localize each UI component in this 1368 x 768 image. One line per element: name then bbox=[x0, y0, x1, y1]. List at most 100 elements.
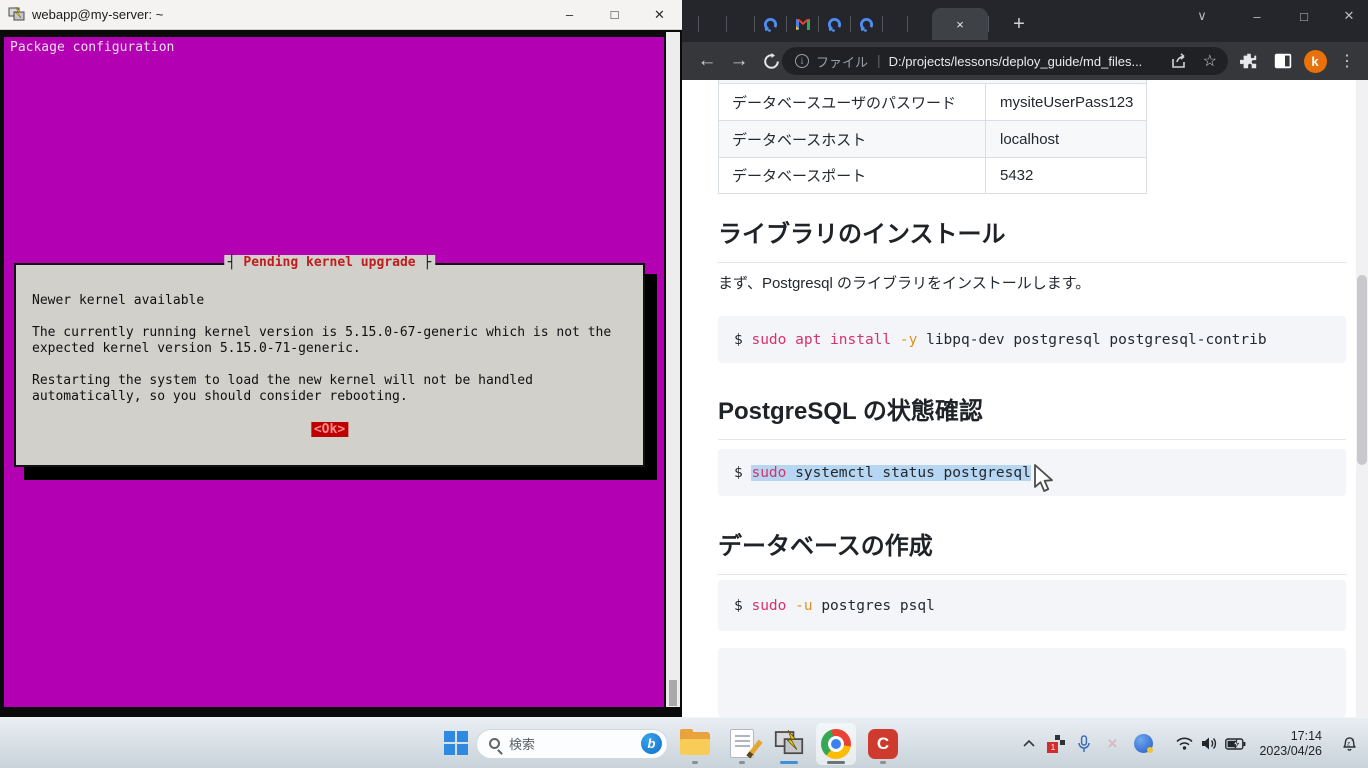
taskbar: 検索 b bbox=[0, 717, 1368, 768]
dialog-message-1: Newer kernel available bbox=[32, 293, 626, 309]
clock-time: 17:14 bbox=[1259, 729, 1322, 744]
tray-disabled-x-icon[interactable]: × bbox=[1098, 734, 1126, 754]
table-row: データベースホスト localhost bbox=[718, 120, 1147, 157]
background-tab[interactable] bbox=[787, 8, 818, 40]
notification-badge-icon: 1 bbox=[1047, 735, 1065, 753]
background-tab[interactable] bbox=[755, 8, 786, 40]
background-tab[interactable] bbox=[727, 8, 754, 40]
table-cell-value: 5432 bbox=[986, 158, 1146, 193]
bookmark-star-icon[interactable]: ☆ bbox=[1203, 51, 1217, 71]
address-bar[interactable]: i ファイル | D:/projects/lessons/deploy_guid… bbox=[782, 47, 1228, 75]
dialog-message-2: The currently running kernel version is … bbox=[32, 325, 626, 357]
browser-minimize-button[interactable]: – bbox=[1242, 4, 1272, 28]
wifi-icon[interactable] bbox=[1172, 737, 1197, 750]
table-cell-label: データベースポート bbox=[719, 158, 986, 193]
terminal-maximize-button[interactable]: □ bbox=[592, 0, 637, 30]
terminal-window: webapp@my-server: ~ – □ ✕ Package config… bbox=[0, 0, 682, 717]
back-icon[interactable]: ← bbox=[692, 42, 722, 80]
table-cell-label: データベースユーザのパスワード bbox=[719, 84, 986, 120]
background-tab[interactable] bbox=[908, 8, 932, 40]
new-tab-button[interactable]: + bbox=[1005, 10, 1033, 38]
camtasia-icon: C bbox=[868, 729, 898, 759]
chrome-icon bbox=[821, 729, 851, 759]
code-block-create-db[interactable]: postgres=#CREATE DATABASE django_mysite_… bbox=[718, 648, 1346, 717]
folder-icon bbox=[680, 732, 710, 755]
taskbar-clock[interactable]: 17:14 2023/04/26 bbox=[1259, 729, 1322, 759]
code-block-psql[interactable]: $ sudo -u postgres psql bbox=[718, 580, 1346, 631]
taskbar-file-explorer[interactable] bbox=[675, 723, 715, 765]
browser-window: × + ∨ – □ ✕ ← → i ファイル | D:/projects/les… bbox=[682, 0, 1368, 717]
table-cell-label: データベースホスト bbox=[719, 121, 986, 157]
terminal-scrollbar-thumb[interactable] bbox=[669, 680, 677, 706]
blue-ring-favicon-icon bbox=[827, 17, 842, 32]
heading-library-install: ライブラリのインストール bbox=[718, 214, 1346, 263]
avatar-initial: k bbox=[1304, 50, 1327, 73]
tray-app-badge[interactable]: 1 bbox=[1042, 735, 1070, 753]
gmail-favicon-icon bbox=[796, 19, 810, 30]
table-row: データベースポート 5432 bbox=[718, 157, 1147, 194]
table-cell-value: localhost bbox=[986, 121, 1146, 157]
bing-chat-icon[interactable]: b bbox=[641, 733, 662, 754]
dialog-message-3: Restarting the system to load the new ke… bbox=[32, 373, 626, 405]
taskbar-notepad[interactable] bbox=[722, 723, 762, 765]
background-tab[interactable] bbox=[819, 8, 850, 40]
package-configuration-label: Package configuration bbox=[10, 40, 174, 55]
ok-button[interactable]: <Ok> bbox=[311, 422, 348, 437]
url-text[interactable]: D:/projects/lessons/deploy_guide/md_file… bbox=[889, 54, 1171, 69]
tab-close-icon[interactable]: × bbox=[956, 17, 964, 32]
terminal-close-button[interactable]: ✕ bbox=[637, 0, 682, 30]
page-content: データベースユーザのパスワード mysiteUserPass123 データベース… bbox=[682, 80, 1356, 717]
terminal-scrollbar[interactable] bbox=[666, 32, 680, 707]
omnibox-divider: | bbox=[877, 52, 881, 68]
code-block-apt-install[interactable]: $ sudo apt install -y libpq-dev postgres… bbox=[718, 316, 1346, 363]
windows-start-button[interactable] bbox=[444, 731, 469, 756]
extensions-puzzle-icon[interactable] bbox=[1234, 42, 1264, 80]
table-cell-value: mysiteUserPass123 bbox=[986, 84, 1146, 120]
forward-icon[interactable]: → bbox=[724, 42, 754, 80]
active-tab[interactable]: × bbox=[932, 8, 988, 40]
taskbar-camtasia[interactable]: C bbox=[863, 723, 903, 765]
taskbar-chrome[interactable] bbox=[816, 723, 856, 765]
selected-text[interactable]: sudo systemctl status postgresql bbox=[751, 465, 1030, 481]
browser-maximize-button[interactable]: □ bbox=[1289, 4, 1319, 28]
code-block-systemctl-status[interactable]: $ sudo systemctl status postgresql bbox=[718, 449, 1346, 496]
profile-avatar[interactable]: k bbox=[1300, 42, 1330, 80]
screen: webapp@my-server: ~ – □ ✕ Package config… bbox=[0, 0, 1368, 768]
background-tab[interactable] bbox=[851, 8, 882, 40]
page-scrollbar-thumb[interactable] bbox=[1357, 275, 1367, 465]
page-info-icon[interactable]: i bbox=[795, 54, 809, 68]
terminal-minimize-button[interactable]: – bbox=[547, 0, 592, 30]
heading-create-database: データベースの作成 bbox=[718, 526, 1346, 575]
tray-chevron-up-icon[interactable] bbox=[1016, 740, 1042, 747]
background-tab[interactable] bbox=[883, 8, 907, 40]
putty-icon bbox=[8, 7, 25, 22]
taskbar-search[interactable]: 検索 b bbox=[476, 729, 668, 759]
battery-icon[interactable] bbox=[1222, 738, 1249, 750]
heading-postgres-status: PostgreSQL の状態確認 bbox=[718, 391, 1346, 440]
browser-menu-dots-icon[interactable]: ⋮ bbox=[1332, 42, 1362, 80]
volume-icon[interactable] bbox=[1197, 736, 1222, 751]
tray-microphone-icon[interactable] bbox=[1070, 735, 1098, 753]
terminal-screen[interactable]: Package configuration ┤ Pending kernel u… bbox=[4, 37, 664, 707]
dialog-title: ┤ Pending kernel upgrade ├ bbox=[224, 255, 436, 270]
search-placeholder: 検索 bbox=[509, 734, 641, 753]
page-scrollbar[interactable] bbox=[1356, 80, 1368, 717]
browser-toolbar: ← → i ファイル | D:/projects/lessons/deploy_… bbox=[682, 42, 1368, 80]
tab-strip: × + ∨ – □ ✕ bbox=[682, 0, 1368, 42]
notification-bell-dnd-icon[interactable]: z z bbox=[1336, 734, 1362, 753]
paragraph-library-install: まず、Postgresql のライブラリをインストールします。 bbox=[718, 272, 1346, 293]
blue-ring-favicon-icon bbox=[859, 17, 874, 32]
notepad-icon bbox=[730, 729, 754, 758]
taskbar-putty[interactable] bbox=[769, 723, 809, 765]
url-scheme-label: ファイル bbox=[816, 52, 868, 71]
browser-menu-chevron[interactable]: ∨ bbox=[1187, 4, 1217, 28]
tab-separator bbox=[988, 16, 989, 32]
terminal-titlebar[interactable]: webapp@my-server: ~ – □ ✕ bbox=[0, 0, 682, 30]
share-icon[interactable] bbox=[1171, 53, 1189, 69]
background-tab[interactable] bbox=[699, 8, 726, 40]
db-settings-table: データベースユーザのパスワード mysiteUserPass123 データベース… bbox=[718, 80, 1147, 194]
tray-app-sphere[interactable] bbox=[1126, 734, 1160, 753]
browser-close-button[interactable]: ✕ bbox=[1334, 4, 1364, 28]
side-panel-icon[interactable] bbox=[1268, 42, 1298, 80]
table-row: データベースユーザのパスワード mysiteUserPass123 bbox=[718, 83, 1147, 120]
